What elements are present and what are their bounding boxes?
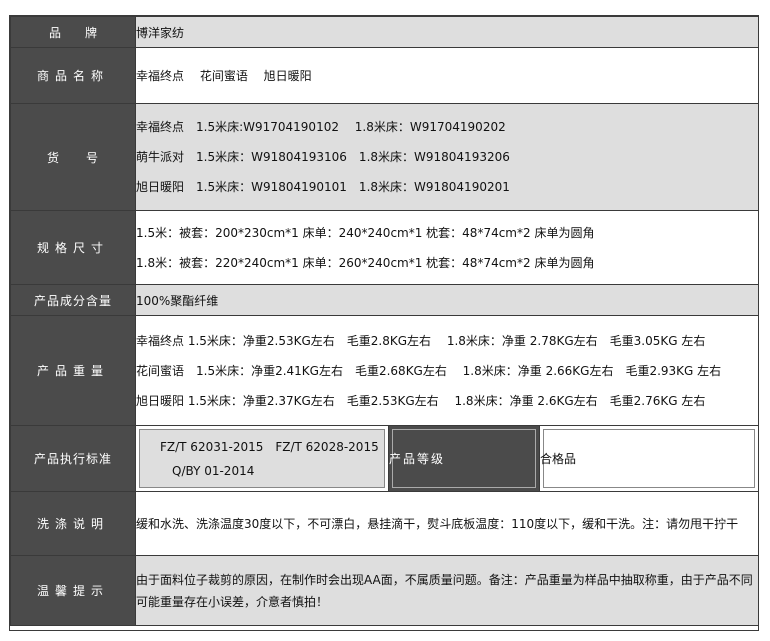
row-size: 规格尺寸 1.5米：被套：200*230cm*1 床单：240*240cm*1 …	[10, 210, 760, 285]
product-spec-sheet: 品 牌 博洋家纺 商品名称 幸福终点 花间蜜语 旭日暖阳 货 号 幸福终点 1.…	[9, 15, 760, 631]
brand-value: 博洋家纺	[134, 16, 760, 48]
row-tips: 温馨提示 由于面料位子裁剪的原因，在制作时会出现AA面，不属质量问题。备注：产品…	[10, 555, 760, 626]
tips-label: 温馨提示	[10, 555, 136, 626]
row-product-name: 商品名称 幸福终点 花间蜜语 旭日暖阳	[10, 47, 760, 104]
product-name-label: 商品名称	[10, 47, 136, 104]
size-values: 1.5米：被套：200*230cm*1 床单：240*240cm*1 枕套：48…	[134, 210, 760, 285]
row-washing: 洗涤说明 缓和水洗、洗涤温度30度以下，不可漂白，悬挂滴干，熨斗底板温度：110…	[10, 491, 760, 556]
sku-line: 旭日暖阳 1.5米床：W91804190101 1.8米床：W918041902…	[136, 180, 510, 194]
size-line: 1.5米：被套：200*230cm*1 床单：240*240cm*1 枕套：48…	[136, 225, 595, 240]
composition-value: 100%聚酯纤维	[134, 284, 760, 316]
row-weight: 产品重量 幸福终点 1.5米床：净重2.53KG左右 毛重2.8KG左右 1.8…	[10, 315, 760, 426]
sku-line: 幸福终点 1.5米床:W91704190102 1.8米床：W917041902…	[136, 120, 506, 134]
product-name-value: 幸福终点 花间蜜语 旭日暖阳	[134, 47, 760, 104]
spec-table: 品 牌 博洋家纺 商品名称 幸福终点 花间蜜语 旭日暖阳 货 号 幸福终点 1.…	[10, 16, 760, 626]
standard-label: 产品执行标准	[10, 425, 136, 492]
grade-value: 合格品	[538, 425, 760, 492]
sku-line: 萌牛派对 1.5米床：W91804193106 1.8米床：W918041932…	[136, 150, 510, 164]
standard-line: Q/BY 01-2014	[160, 463, 255, 478]
row-brand: 品 牌 博洋家纺	[10, 16, 760, 48]
weight-values: 幸福终点 1.5米床：净重2.53KG左右 毛重2.8KG左右 1.8米床：净重…	[134, 315, 760, 426]
washing-value: 缓和水洗、洗涤温度30度以下，不可漂白，悬挂滴干，熨斗底板温度：110度以下，缓…	[134, 491, 760, 556]
row-standard: 产品执行标准 FZ/T 62031-2015 FZ/T 62028-2015 Q…	[10, 425, 760, 492]
brand-label: 品 牌	[10, 16, 136, 48]
row-sku: 货 号 幸福终点 1.5米床:W91704190102 1.8米床：W91704…	[10, 103, 760, 211]
tips-value: 由于面料位子裁剪的原因，在制作时会出现AA面，不属质量问题。备注：产品重量为样品…	[134, 555, 760, 626]
weight-label: 产品重量	[10, 315, 136, 426]
weight-line: 旭日暖阳 1.5米床：净重2.37KG左右 毛重2.53KG左右 1.8米床：净…	[136, 393, 706, 408]
row-composition: 产品成分含量 100%聚酯纤维	[10, 284, 760, 316]
weight-line: 花间蜜语 1.5米床：净重2.41KG左右 毛重2.68KG左右 1.8米床：净…	[136, 363, 722, 378]
standard-values: FZ/T 62031-2015 FZ/T 62028-2015 Q/BY 01-…	[135, 425, 389, 492]
grade-label: 产品等级	[388, 425, 540, 492]
composition-label: 产品成分含量	[10, 284, 136, 316]
sku-values: 幸福终点 1.5米床:W91704190102 1.8米床：W917041902…	[134, 103, 760, 211]
size-line: 1.8米：被套：220*240cm*1 床单：260*240cm*1 枕套：48…	[136, 255, 595, 270]
weight-line: 幸福终点 1.5米床：净重2.53KG左右 毛重2.8KG左右 1.8米床：净重…	[136, 333, 706, 348]
washing-label: 洗涤说明	[10, 491, 136, 556]
size-label: 规格尺寸	[10, 210, 136, 285]
standard-line: FZ/T 62031-2015 FZ/T 62028-2015	[160, 439, 379, 454]
sku-label: 货 号	[10, 103, 136, 211]
